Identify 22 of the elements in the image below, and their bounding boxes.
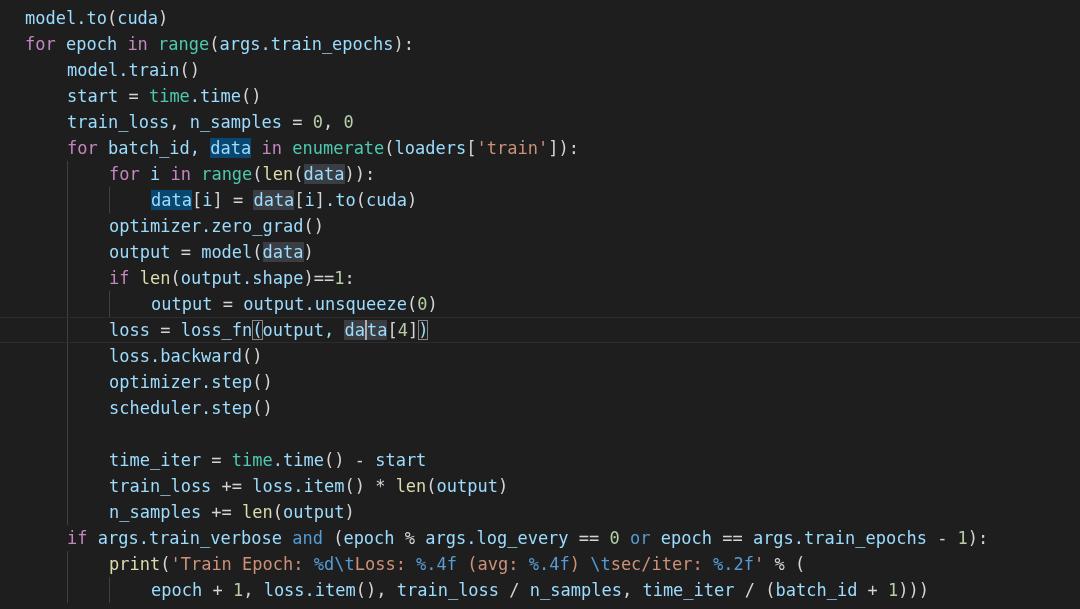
code-line: optimizer.zero_grad(): [109, 215, 324, 238]
code-line: print('Train Epoch: %d\tLoss: %.4f (avg: %.4f) \tsec/iter: %.2f' % (: [109, 553, 806, 576]
code-line: n_samples += len(output): [109, 501, 355, 524]
code-line: train_loss, n_samples = 0, 0: [67, 111, 354, 134]
code-line: time_iter = time.time() - start: [109, 449, 427, 472]
code-line: epoch + 1, loss.item(), train_loss / n_samples, time_iter / (batch_id + 1))): [151, 579, 930, 602]
code-line: optimizer.step(): [109, 371, 273, 394]
code-line: model.train(): [67, 59, 201, 82]
code-line: for epoch in range(args.train_epochs):: [25, 33, 414, 56]
code-line: data[i] = data[i].to(cuda): [151, 189, 418, 212]
code-line: for i in range(len(data)):: [109, 163, 376, 186]
code-line: model.to(cuda): [25, 7, 169, 30]
code-line: scheduler.step(): [109, 397, 273, 420]
code-line: train_loss += loss.item() * len(output): [109, 475, 509, 498]
code-line: if len(output.shape)==1:: [109, 267, 355, 290]
code-line: if args.train_verbose and (epoch % args.log_every == 0 or epoch == args.train_epochs - 1):: [67, 527, 989, 550]
code-line: output = model(data): [109, 241, 314, 264]
code-line: loss.backward(): [109, 345, 263, 368]
code-line: output = output.unsqueeze(0): [151, 293, 438, 316]
code-line: loss = loss_fn(output, da ta[4]): [109, 319, 429, 342]
code-line: for batch_id, data in enumerate(loaders['train']):: [67, 137, 579, 160]
code-line: start = time.time(): [67, 85, 262, 108]
